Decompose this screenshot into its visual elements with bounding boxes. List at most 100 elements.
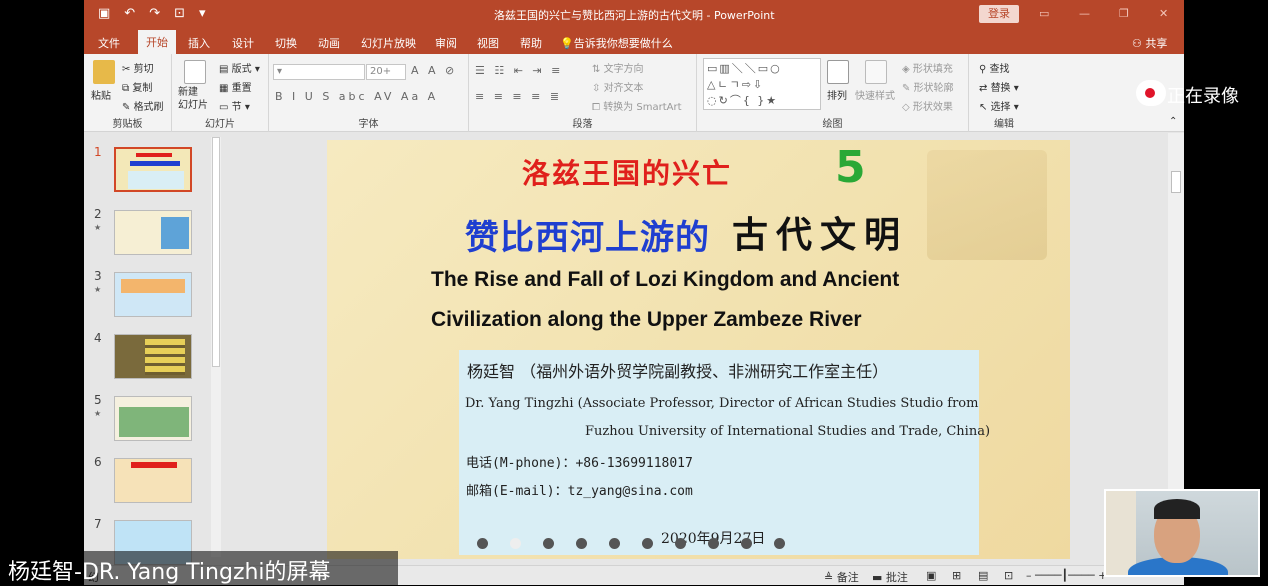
thumbnail-scroll-thumb[interactable] [212, 137, 220, 367]
save-icon[interactable]: ▣ [98, 6, 110, 21]
undo-icon[interactable]: ↶ [124, 6, 135, 21]
font-size-combo[interactable]: 20+ [366, 64, 406, 80]
text-direction-icon: ⇅ [592, 64, 604, 75]
redo-icon[interactable]: ↷ [149, 6, 160, 21]
replace-button[interactable]: ⇄ 替换 ▾ [979, 79, 1019, 94]
close-icon[interactable]: ✕ [1159, 7, 1168, 20]
new-slide-button[interactable]: 新建 幻灯片 [178, 86, 208, 112]
cut-button[interactable]: ✂ 剪切 [122, 60, 154, 75]
screen-share: ▣ ↶ ↷ ⊡ ▾ 洛兹王国的兴亡与赞比西河上游的古代文明 - PowerPoi… [0, 0, 1268, 585]
new-slide-icon[interactable] [184, 60, 206, 84]
arrange-icon[interactable] [827, 60, 849, 84]
shape-outline-label: 形状轮廓 [913, 83, 954, 94]
dot-icon [510, 538, 521, 549]
find-button[interactable]: ⚲ 查找 [979, 60, 1010, 75]
slide-sorter-icon[interactable]: ⊞ [952, 569, 961, 582]
slide-subtitle-black[interactable]: 古代文明 [732, 206, 908, 258]
recording-indicator [1136, 80, 1166, 106]
thumb-number-1: 1 [94, 145, 102, 159]
login-button[interactable]: 登录 [979, 5, 1019, 23]
shape-fill-button[interactable]: ◈ 形状填充 [902, 60, 953, 75]
slide-subtitle-blue[interactable]: 赞比西河上游的 [465, 210, 710, 259]
slide-title-en-line2[interactable]: Civilization along the Upper Zambeze Riv… [431, 308, 862, 332]
thumbnail-scrollbar[interactable] [211, 137, 221, 557]
smartart-button[interactable]: ⧠ 转换为 SmartArt [592, 98, 682, 113]
shape-outline-button[interactable]: ✎ 形状轮廓 [902, 79, 954, 94]
reading-view-icon[interactable]: ▤ [978, 569, 988, 582]
text-direction-button[interactable]: ⇅ 文字方向 [592, 60, 644, 75]
tab-insert[interactable]: 插入 [188, 35, 210, 51]
comments-button[interactable]: ▬ 批注 [872, 569, 908, 585]
tab-file[interactable]: 文件 [98, 35, 120, 51]
scissors-icon: ✂ [122, 64, 134, 75]
font-name-combo[interactable]: ▾ [273, 64, 365, 80]
minimize-icon[interactable]: — [1079, 7, 1090, 20]
webcam-video [1104, 489, 1260, 577]
dot-icon [609, 538, 620, 549]
copy-button[interactable]: ⧉ 复制 [122, 79, 152, 94]
quick-styles-button[interactable]: 快速样式 [855, 87, 895, 102]
shape-effects-label: 形状效果 [912, 102, 953, 113]
font-group-label: 字体 [358, 119, 379, 130]
slide-title-cn[interactable]: 洛兹王国的兴亡 [522, 152, 732, 192]
dot-icon [543, 538, 554, 549]
tell-me-search[interactable]: 💡告诉我你想要做什么 [560, 35, 673, 51]
ribbon-display-icon[interactable]: ▭ [1039, 7, 1049, 20]
paste-icon[interactable] [93, 60, 115, 84]
alignment-icons[interactable]: ≡ ≡ ≡ ≡ ≣ [475, 90, 562, 103]
slide-scroll-thumb[interactable] [1171, 171, 1181, 193]
font-format-icons[interactable]: B I U S abc AV Aa A [275, 90, 438, 103]
slideshow-icon[interactable]: ⊡ [1004, 569, 1013, 582]
screen-sharer-label: 杨廷智-DR. Yang Tingzhi的屏幕 [0, 551, 398, 585]
thumb-subtitle-bar [130, 161, 180, 166]
dot-icon [477, 538, 488, 549]
thumb-title-bar [131, 462, 177, 468]
shape-effects-button[interactable]: ◇ 形状效果 [902, 98, 953, 113]
share-button[interactable]: ⚇ 共享 [1132, 35, 1167, 51]
tab-transitions[interactable]: 切换 [275, 35, 297, 51]
select-button[interactable]: ↖ 选择 ▾ [979, 98, 1019, 113]
collapse-ribbon-icon[interactable]: ⌃ [1169, 116, 1177, 127]
slide-thumbnail-5[interactable] [114, 396, 192, 441]
tab-view[interactable]: 视图 [477, 35, 499, 51]
tab-animations[interactable]: 动画 [318, 35, 340, 51]
section-button[interactable]: ▭ 节 ▾ [219, 98, 250, 113]
tab-design[interactable]: 设计 [232, 35, 254, 51]
ribbon: 粘贴 ✂ 剪切 ⧉ 复制 ✎ 格式刷 剪贴板 新建 幻灯片 ▤ 版式 ▾ ▦ 重… [84, 54, 1184, 132]
author-info-box[interactable]: 杨廷智 （福州外语外贸学院副教授、非洲研究工作室主任） Dr. Yang Tin… [459, 350, 990, 555]
quick-styles-icon[interactable] [865, 60, 887, 84]
layout-button[interactable]: ▤ 版式 ▾ [219, 60, 260, 75]
slide-thumbnail-1[interactable] [114, 147, 192, 192]
reset-button[interactable]: ▦ 重置 [219, 79, 252, 94]
document-title: 洛兹王国的兴亡与赞比西河上游的古代文明 - PowerPoint [494, 9, 775, 22]
zoom-slider[interactable]: – ────┃──── + [1026, 569, 1107, 582]
maximize-icon[interactable]: ❐ [1119, 7, 1129, 20]
slide-thumbnail-2[interactable] [114, 210, 192, 255]
find-label: 查找 [989, 64, 1010, 75]
slide-thumbnail-4[interactable] [114, 334, 192, 379]
format-painter-button[interactable]: ✎ 格式刷 [122, 98, 164, 113]
slide-number-badge[interactable]: 5 [835, 142, 866, 193]
arrange-button[interactable]: 排列 [827, 87, 847, 102]
notes-button[interactable]: ≜ 备注 [824, 569, 859, 585]
font-grow-shrink-icons[interactable]: A A ⊘ [411, 64, 457, 77]
slide-thumbnail-3[interactable] [114, 272, 192, 317]
shapes-gallery[interactable]: ▭▥＼＼▭○ △ㄴㄱ⇨⇩ ◌↻⌒{ }★ [703, 58, 821, 110]
paragraph-group-label: 段落 [572, 119, 593, 130]
start-from-beginning-icon[interactable]: ⊡ [174, 6, 185, 21]
slide-thumbnail-6[interactable] [114, 458, 192, 503]
author-en-line2: Fuzhou University of International Studi… [585, 424, 991, 439]
normal-view-icon[interactable]: ▣ [926, 569, 936, 582]
paste-button[interactable]: 粘贴 [91, 87, 111, 102]
lightbulb-icon: 💡 [560, 37, 574, 50]
align-text-button[interactable]: ⇳ 对齐文本 [592, 79, 644, 94]
customize-qat-icon[interactable]: ▾ [199, 6, 206, 21]
list-icons[interactable]: ☰ ☷ ⇤ ⇥ ≡ [475, 64, 563, 77]
tab-slideshow[interactable]: 幻灯片放映 [361, 35, 416, 51]
tab-home[interactable]: 开始 [138, 30, 176, 54]
current-slide[interactable]: 洛兹王国的兴亡 5 赞比西河上游的 古代文明 The Rise and Fall… [327, 140, 1070, 559]
tab-help[interactable]: 帮助 [520, 35, 542, 51]
tell-me-label: 告诉我你想要做什么 [573, 37, 673, 50]
tab-review[interactable]: 审阅 [435, 35, 457, 51]
slide-title-en-line1[interactable]: The Rise and Fall of Lozi Kingdom and An… [431, 268, 899, 292]
